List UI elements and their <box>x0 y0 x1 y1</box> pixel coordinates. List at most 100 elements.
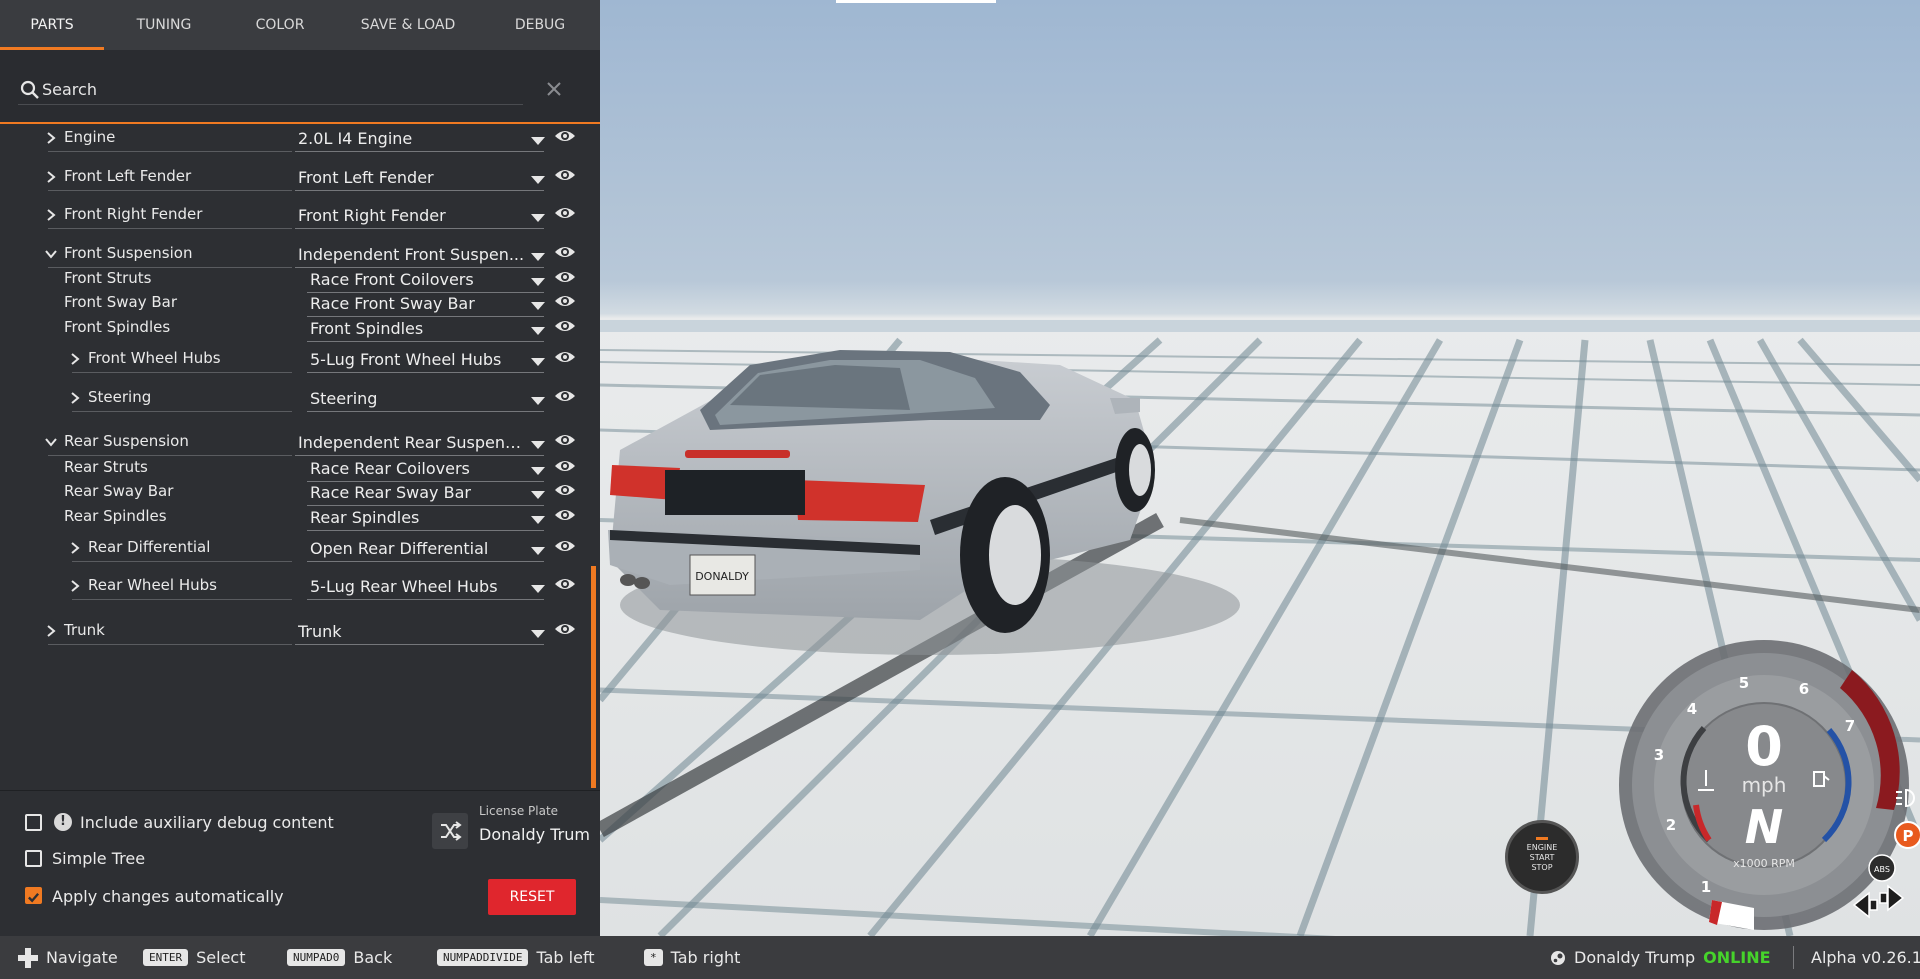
chevron-right-icon[interactable] <box>68 352 82 366</box>
tab-tuning[interactable]: TUNING <box>104 0 224 50</box>
hint-tab-right: * Tab right <box>644 936 740 979</box>
tree-row-divider <box>48 190 292 191</box>
part-select-value[interactable]: Front Right Fender <box>298 206 525 225</box>
visibility-eye-icon[interactable] <box>554 318 576 334</box>
part-select-value[interactable]: Independent Front Suspen... <box>298 245 525 264</box>
part-select-value[interactable]: Race Front Sway Bar <box>310 294 525 313</box>
part-select-value[interactable]: 5-Lug Rear Wheel Hubs <box>310 577 525 596</box>
speed-unit: mph <box>1742 773 1787 797</box>
reset-button[interactable]: RESET <box>488 879 576 915</box>
part-select-value[interactable]: Trunk <box>298 622 525 641</box>
dropdown-arrow-icon[interactable] <box>531 302 545 310</box>
tab-parts[interactable]: PARTS <box>0 0 104 50</box>
tree-row-label: Rear Wheel Hubs <box>88 576 217 594</box>
tree-row-divider <box>72 599 292 600</box>
visibility-eye-icon[interactable] <box>554 576 576 592</box>
chevron-right-icon[interactable] <box>44 624 58 638</box>
visibility-eye-icon[interactable] <box>554 621 576 637</box>
search-underline <box>18 104 523 105</box>
tree-row[interactable]: Front Spindles Front Spindles <box>0 316 590 346</box>
dropdown-arrow-icon[interactable] <box>531 397 545 405</box>
tree-row[interactable]: Front Wheel Hubs 5-Lug Front Wheel Hubs <box>0 347 590 377</box>
visibility-eye-icon[interactable] <box>554 349 576 365</box>
part-select-value[interactable]: 5-Lug Front Wheel Hubs <box>310 350 525 369</box>
visibility-eye-icon[interactable] <box>554 388 576 404</box>
visibility-eye-icon[interactable] <box>554 507 576 523</box>
part-select-value[interactable]: Open Rear Differential <box>310 539 525 558</box>
tree-row-label: Front Suspension <box>64 244 193 262</box>
part-select-value[interactable]: Front Spindles <box>310 319 525 338</box>
tree-row[interactable]: Rear Spindles Rear Spindles <box>0 505 590 535</box>
tree-scrollbar[interactable] <box>591 566 596 788</box>
tree-row-label: Front Sway Bar <box>64 293 177 311</box>
part-select-value[interactable]: 2.0L I4 Engine <box>298 129 525 148</box>
license-plate-input[interactable]: Donaldy Trum <box>479 825 590 844</box>
dropdown-arrow-icon[interactable] <box>531 630 545 638</box>
visibility-eye-icon[interactable] <box>554 167 576 183</box>
tree-row[interactable]: Front Left Fender Front Left Fender <box>0 165 590 195</box>
visibility-eye-icon[interactable] <box>554 128 576 144</box>
tree-row-divider <box>48 228 292 229</box>
dropdown-arrow-icon[interactable] <box>531 214 545 222</box>
tree-row[interactable]: Rear Wheel Hubs 5-Lug Rear Wheel Hubs <box>0 574 590 604</box>
hint-navigate: Navigate <box>18 936 118 979</box>
include-debug-checkbox[interactable] <box>25 814 42 831</box>
part-select-value[interactable]: Front Left Fender <box>298 168 525 187</box>
dropdown-arrow-icon[interactable] <box>531 327 545 335</box>
part-select-value[interactable]: Independent Rear Suspensi... <box>298 433 525 452</box>
tree-row[interactable]: Engine 2.0L I4 Engine <box>0 126 590 156</box>
tree-row[interactable]: Steering Steering <box>0 386 590 416</box>
dropdown-arrow-icon[interactable] <box>531 547 545 555</box>
dropdown-arrow-icon[interactable] <box>531 467 545 475</box>
chevron-down-icon[interactable] <box>44 247 58 261</box>
dropdown-arrow-icon[interactable] <box>531 585 545 593</box>
chevron-right-icon[interactable] <box>44 208 58 222</box>
left-indicator-icon <box>1852 891 1878 919</box>
hint-back: NUMPAD0 Back <box>287 936 392 979</box>
part-select-value[interactable]: Steering <box>310 389 525 408</box>
chevron-right-icon[interactable] <box>68 391 82 405</box>
tab-debug[interactable]: DEBUG <box>480 0 600 50</box>
visibility-eye-icon[interactable] <box>554 269 576 285</box>
visibility-eye-icon[interactable] <box>554 538 576 554</box>
tree-row[interactable]: Rear Differential Open Rear Differential <box>0 536 590 566</box>
visibility-eye-icon[interactable] <box>554 205 576 221</box>
dropdown-arrow-icon[interactable] <box>531 253 545 261</box>
visibility-eye-icon[interactable] <box>554 244 576 260</box>
version-text: Alpha v0.26.1 <box>1811 948 1920 967</box>
part-select-value[interactable]: Race Rear Sway Bar <box>310 483 525 502</box>
part-select-value[interactable]: Race Rear Coilovers <box>310 459 525 478</box>
dropdown-arrow-icon[interactable] <box>531 441 545 449</box>
chevron-right-icon[interactable] <box>68 541 82 555</box>
apply-auto-checkbox[interactable] <box>25 887 42 904</box>
simple-tree-checkbox[interactable] <box>25 850 42 867</box>
dropdown-arrow-icon[interactable] <box>531 278 545 286</box>
part-select-value[interactable]: Race Front Coilovers <box>310 270 525 289</box>
hint-select: ENTER Select <box>143 936 245 979</box>
clear-search-icon[interactable] <box>543 78 565 100</box>
randomize-plate-button[interactable] <box>432 813 468 849</box>
select-underline <box>295 644 544 645</box>
dropdown-arrow-icon[interactable] <box>531 358 545 366</box>
tab-save-load[interactable]: SAVE & LOAD <box>336 0 480 50</box>
engine-start-stop-button[interactable]: ENGINE START STOP <box>1505 820 1579 894</box>
visibility-eye-icon[interactable] <box>554 293 576 309</box>
dropdown-arrow-icon[interactable] <box>531 176 545 184</box>
dropdown-arrow-icon[interactable] <box>531 137 545 145</box>
chevron-right-icon[interactable] <box>44 131 58 145</box>
visibility-eye-icon[interactable] <box>554 432 576 448</box>
dropdown-arrow-icon[interactable] <box>531 491 545 499</box>
chevron-right-icon[interactable] <box>44 170 58 184</box>
chevron-right-icon[interactable] <box>68 579 82 593</box>
chevron-down-icon[interactable] <box>44 435 58 449</box>
part-select-value[interactable]: Rear Spindles <box>310 508 525 527</box>
visibility-eye-icon[interactable] <box>554 458 576 474</box>
tree-row[interactable]: Front Right Fender Front Right Fender <box>0 203 590 233</box>
gear-indicator: N <box>1745 800 1784 854</box>
tree-row-label: Front Struts <box>64 269 152 287</box>
search-input[interactable] <box>42 76 502 102</box>
dropdown-arrow-icon[interactable] <box>531 516 545 524</box>
tree-row[interactable]: Trunk Trunk <box>0 619 590 649</box>
tab-color[interactable]: COLOR <box>224 0 336 50</box>
visibility-eye-icon[interactable] <box>554 482 576 498</box>
